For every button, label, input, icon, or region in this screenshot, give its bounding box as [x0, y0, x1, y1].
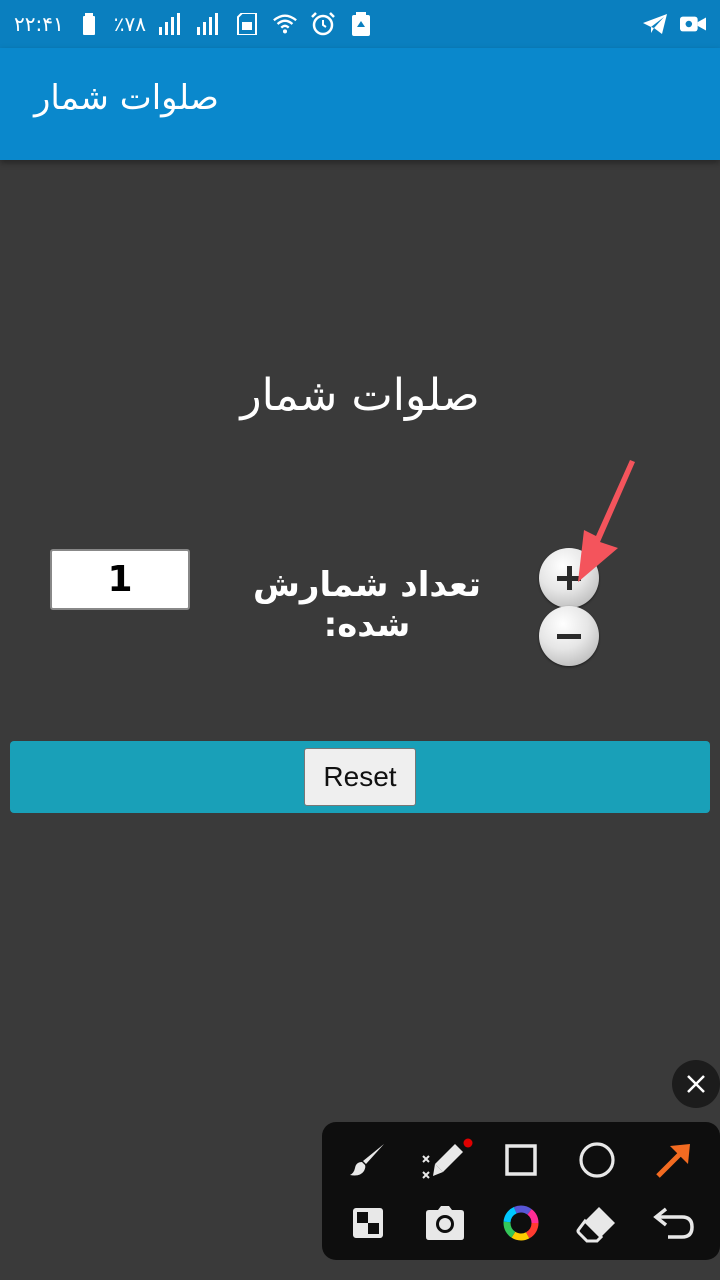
brush-tool[interactable]: [330, 1128, 406, 1191]
wifi-icon: [272, 11, 298, 37]
arrow-tool[interactable]: [636, 1128, 712, 1191]
eraser-tool[interactable]: [559, 1191, 635, 1254]
minus-icon: [557, 634, 581, 639]
reset-button[interactable]: Reset: [304, 748, 416, 806]
status-bar: ۲۲:۴۱ ٪۷۸: [0, 0, 720, 48]
circle-tool[interactable]: [559, 1128, 635, 1191]
annotation-arrow-icon: [578, 460, 635, 582]
video-camera-icon: [680, 11, 706, 37]
status-time: ۲۲:۴۱: [14, 12, 64, 36]
counter-display: 1: [50, 549, 190, 610]
brush-icon: [350, 1143, 385, 1175]
counter-label: تعداد شمارش شده:: [252, 565, 482, 645]
highlighter-tool[interactable]: [406, 1128, 482, 1191]
app-bar: صلوات شمار: [0, 48, 720, 160]
status-battery: ٪۷۸: [113, 12, 146, 36]
app-title: صلوات شمار: [34, 78, 219, 118]
mosaic-icon: [353, 1207, 384, 1238]
signal-icon: [158, 11, 184, 37]
color-wheel-icon: [503, 1205, 539, 1240]
close-toolbar-button[interactable]: [672, 1060, 720, 1108]
camera-icon: [425, 1205, 464, 1240]
page-title: صلوات شمار: [240, 370, 480, 421]
square-icon: [505, 1143, 537, 1176]
status-left: ۲۲:۴۱ ٪۷۸: [14, 11, 374, 37]
color-picker-tool[interactable]: [483, 1191, 559, 1254]
magic-marker-icon: [421, 1138, 473, 1179]
undo-icon: [652, 1207, 694, 1239]
eraser-icon: [576, 1206, 616, 1242]
decrement-button[interactable]: [539, 606, 599, 666]
undo-tool[interactable]: [636, 1191, 712, 1254]
recycle-icon: [348, 11, 374, 37]
screenshot-tool[interactable]: [406, 1191, 482, 1254]
status-right: [642, 11, 706, 37]
telegram-icon: [642, 11, 668, 37]
signal-icon: [196, 11, 222, 37]
sim-icon: [234, 11, 260, 37]
circle-icon: [579, 1141, 615, 1178]
rectangle-tool[interactable]: [483, 1128, 559, 1191]
battery-icon: [76, 11, 102, 37]
mosaic-tool[interactable]: [330, 1191, 406, 1254]
arrow-icon: [656, 1143, 690, 1178]
alarm-icon: [310, 11, 336, 37]
annotation-toolbar: [322, 1122, 720, 1260]
close-icon: [687, 1075, 705, 1093]
